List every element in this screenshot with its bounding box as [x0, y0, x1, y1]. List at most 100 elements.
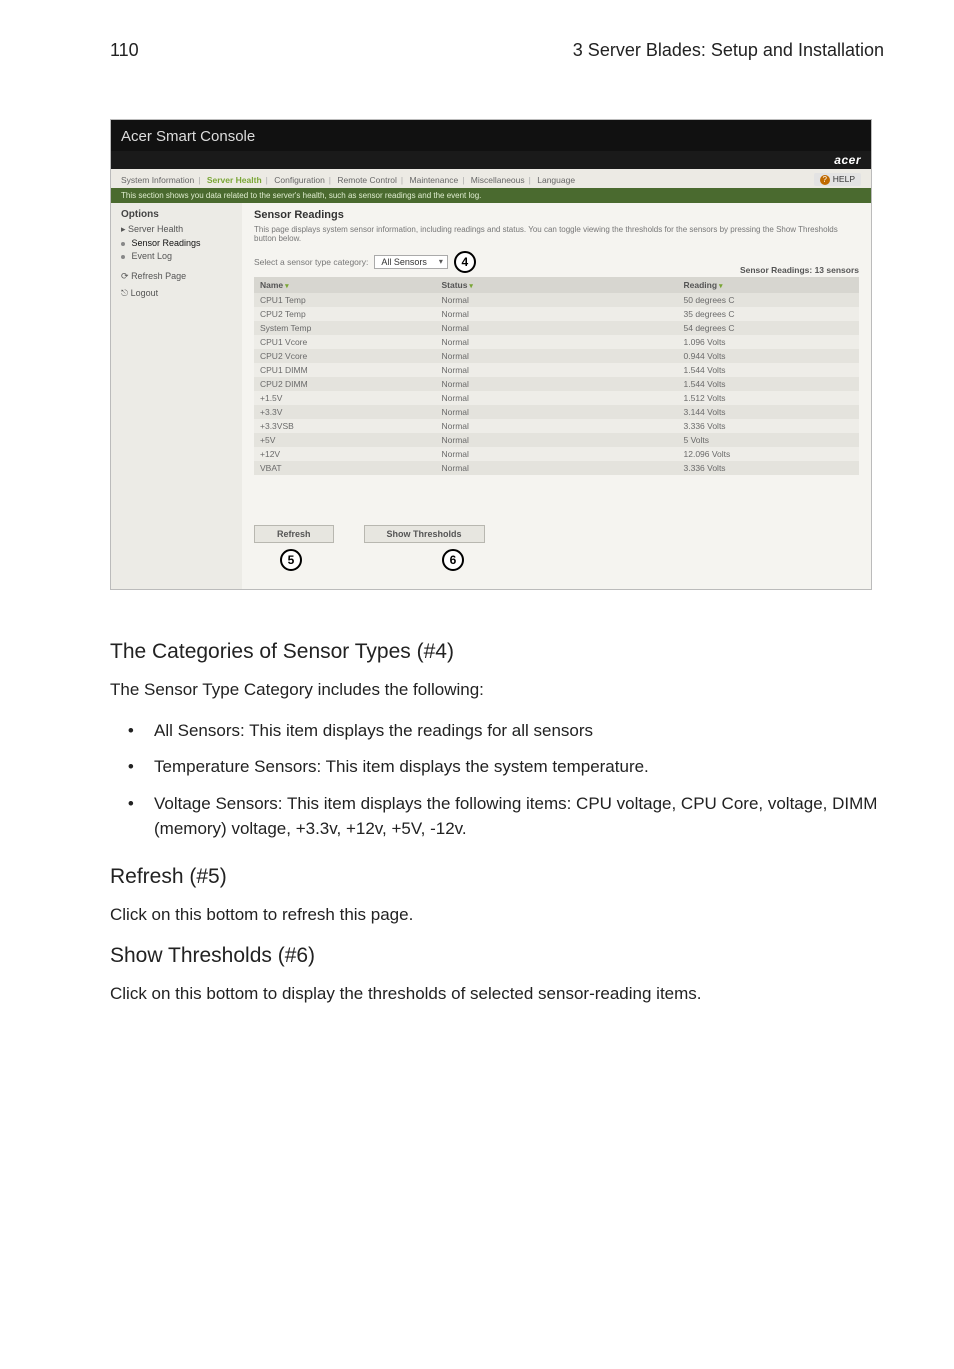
- sidebar-item-sensor-readings[interactable]: Sensor Readings: [121, 238, 236, 248]
- sidebar-item-server-health[interactable]: ▸ Server Health: [121, 224, 236, 235]
- cell-status: Normal: [436, 461, 678, 475]
- show-thresholds-button[interactable]: Show Thresholds: [364, 525, 485, 543]
- main-panel: Sensor Readings This page displays syste…: [242, 203, 871, 589]
- refresh-button[interactable]: Refresh: [254, 525, 334, 543]
- heading-show-thresholds: Show Thresholds (#6): [110, 944, 884, 968]
- list-item: Temperature Sensors: This item displays …: [148, 755, 884, 780]
- cell-name: CPU2 DIMM: [254, 377, 436, 391]
- col-status[interactable]: Status: [436, 277, 678, 293]
- cell-name: System Temp: [254, 321, 436, 335]
- cell-status: Normal: [436, 335, 678, 349]
- tab-language[interactable]: Language: [537, 175, 575, 185]
- cell-name: CPU1 DIMM: [254, 363, 436, 377]
- cell-status: Normal: [436, 363, 678, 377]
- cell-reading: 3.144 Volts: [678, 405, 860, 419]
- cell-name: +1.5V: [254, 391, 436, 405]
- table-row[interactable]: System TempNormal54 degrees C: [254, 321, 859, 335]
- table-row[interactable]: +12VNormal12.096 Volts: [254, 447, 859, 461]
- cell-reading: 35 degrees C: [678, 307, 860, 321]
- cell-reading: 1.096 Volts: [678, 335, 860, 349]
- col-name[interactable]: Name: [254, 277, 436, 293]
- brand-logo: acer: [834, 153, 861, 167]
- tab-bar: System Information| Server Health| Confi…: [111, 169, 871, 188]
- table-row[interactable]: CPU2 TempNormal35 degrees C: [254, 307, 859, 321]
- help-icon: ?: [820, 175, 830, 185]
- sidebar-logout[interactable]: ⎋ Logout: [121, 288, 236, 299]
- logout-icon: ⎋: [121, 288, 128, 298]
- tab-system-information[interactable]: System Information: [121, 175, 194, 185]
- info-bar: This section shows you data related to t…: [111, 188, 871, 203]
- cell-status: Normal: [436, 321, 678, 335]
- cell-name: +12V: [254, 447, 436, 461]
- cell-reading: 54 degrees C: [678, 321, 860, 335]
- cell-reading: 12.096 Volts: [678, 447, 860, 461]
- sidebar-item-label: Event Log: [132, 251, 173, 261]
- window-title: Acer Smart Console: [111, 120, 871, 151]
- table-row[interactable]: VBATNormal3.336 Volts: [254, 461, 859, 475]
- para-categories: The Sensor Type Category includes the fo…: [110, 678, 884, 703]
- cell-reading: 1.544 Volts: [678, 377, 860, 391]
- page-number: 110: [110, 40, 139, 61]
- cell-status: Normal: [436, 307, 678, 321]
- cell-status: Normal: [436, 433, 678, 447]
- cell-status: Normal: [436, 377, 678, 391]
- cell-status: Normal: [436, 447, 678, 461]
- cell-name: CPU2 Temp: [254, 307, 436, 321]
- para-show-thresholds: Click on this bottom to display the thre…: [110, 982, 884, 1007]
- cell-name: +3.3VSB: [254, 419, 436, 433]
- col-reading[interactable]: Reading: [678, 277, 860, 293]
- help-button[interactable]: ?HELP: [814, 173, 861, 186]
- cell-status: Normal: [436, 349, 678, 363]
- tab-miscellaneous[interactable]: Miscellaneous: [471, 175, 525, 185]
- cell-reading: 1.512 Volts: [678, 391, 860, 405]
- categories-list: All Sensors: This item displays the read…: [110, 719, 884, 842]
- tab-maintenance[interactable]: Maintenance: [410, 175, 459, 185]
- dot-icon: [121, 242, 125, 246]
- panel-description: This page displays system sensor informa…: [254, 225, 859, 243]
- callout-5: 5: [280, 549, 302, 571]
- sidebar-item-event-log[interactable]: Event Log: [121, 251, 236, 261]
- callout-6: 6: [442, 549, 464, 571]
- table-row[interactable]: +5VNormal5 Volts: [254, 433, 859, 447]
- table-row[interactable]: CPU1 DIMMNormal1.544 Volts: [254, 363, 859, 377]
- tab-configuration[interactable]: Configuration: [274, 175, 325, 185]
- cell-status: Normal: [436, 405, 678, 419]
- tab-server-health[interactable]: Server Health: [207, 175, 262, 185]
- heading-categories: The Categories of Sensor Types (#4): [110, 640, 884, 664]
- cell-status: Normal: [436, 293, 678, 307]
- list-item: All Sensors: This item displays the read…: [148, 719, 884, 744]
- tab-remote-control[interactable]: Remote Control: [337, 175, 397, 185]
- sidebar-refresh-page[interactable]: ⟳ Refresh Page: [121, 271, 236, 282]
- cell-name: VBAT: [254, 461, 436, 475]
- sensor-type-select[interactable]: All Sensors: [374, 255, 448, 269]
- tabs: System Information| Server Health| Confi…: [121, 175, 579, 185]
- table-row[interactable]: CPU1 VcoreNormal1.096 Volts: [254, 335, 859, 349]
- table-row[interactable]: +3.3VNormal3.144 Volts: [254, 405, 859, 419]
- cell-reading: 3.336 Volts: [678, 419, 860, 433]
- cell-status: Normal: [436, 391, 678, 405]
- sensor-select-label: Select a sensor type category:: [254, 257, 368, 267]
- cell-reading: 50 degrees C: [678, 293, 860, 307]
- console-screenshot: Acer Smart Console acer System Informati…: [110, 119, 872, 590]
- cell-status: Normal: [436, 419, 678, 433]
- callout-4: 4: [454, 251, 476, 273]
- table-row[interactable]: CPU2 DIMMNormal1.544 Volts: [254, 377, 859, 391]
- cell-reading: 3.336 Volts: [678, 461, 860, 475]
- cell-name: CPU1 Temp: [254, 293, 436, 307]
- table-row[interactable]: +3.3VSBNormal3.336 Volts: [254, 419, 859, 433]
- heading-refresh: Refresh (#5): [110, 865, 884, 889]
- sidebar-item-label: Sensor Readings: [132, 238, 201, 248]
- folder-icon: ▸: [121, 224, 126, 234]
- cell-name: CPU2 Vcore: [254, 349, 436, 363]
- table-row[interactable]: CPU1 TempNormal50 degrees C: [254, 293, 859, 307]
- table-row[interactable]: +1.5VNormal1.512 Volts: [254, 391, 859, 405]
- sensor-table: Name Status Reading CPU1 TempNormal50 de…: [254, 277, 859, 475]
- table-row[interactable]: CPU2 VcoreNormal0.944 Volts: [254, 349, 859, 363]
- cell-reading: 5 Volts: [678, 433, 860, 447]
- panel-heading: Sensor Readings: [254, 209, 859, 221]
- para-refresh: Click on this bottom to refresh this pag…: [110, 903, 884, 928]
- list-item: Voltage Sensors: This item displays the …: [148, 792, 884, 841]
- cell-reading: 1.544 Volts: [678, 363, 860, 377]
- sidebar-item-label: Refresh Page: [131, 271, 186, 281]
- cell-name: +5V: [254, 433, 436, 447]
